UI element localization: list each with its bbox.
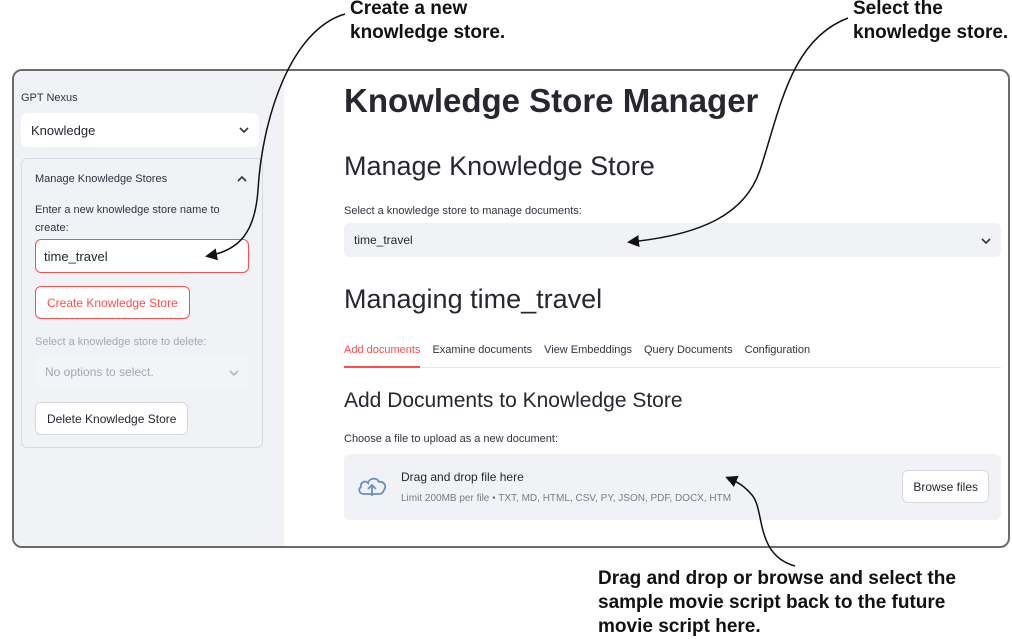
expander-header[interactable]: Manage Knowledge Stores xyxy=(35,173,247,185)
page-select-value: Knowledge xyxy=(31,122,96,138)
cloud-upload-icon xyxy=(356,472,388,500)
create-store-button[interactable]: Create Knowledge Store xyxy=(35,286,190,319)
store-name-input[interactable] xyxy=(35,239,249,273)
file-dropzone[interactable]: Drag and drop file here Limit 200MB per … xyxy=(344,454,1001,520)
delete-store-placeholder: No options to select. xyxy=(45,364,154,379)
chevron-down-icon xyxy=(239,125,249,136)
add-documents-heading: Add Documents to Knowledge Store xyxy=(344,389,683,412)
browse-files-button[interactable]: Browse files xyxy=(902,470,989,503)
annotation-drag-drop: Drag and drop or browse and select the s… xyxy=(598,568,956,637)
expander-title: Manage Knowledge Stores xyxy=(35,173,168,185)
store-select-value: time_travel xyxy=(354,233,413,247)
upload-label: Choose a file to upload as a new documen… xyxy=(344,433,559,445)
manage-stores-expander: Manage Knowledge Stores Enter a new know… xyxy=(21,158,263,448)
tab-add-documents[interactable]: Add documents xyxy=(344,342,421,368)
app-label: GPT Nexus xyxy=(21,92,78,104)
annotation-select-store: Select the knowledge store. xyxy=(853,0,1009,43)
main-content: Knowledge Store Manager Manage Knowledge… xyxy=(284,71,1008,546)
chevron-up-icon xyxy=(237,173,247,185)
delete-store-button[interactable]: Delete Knowledge Store xyxy=(35,402,189,435)
store-select[interactable]: time_travel xyxy=(344,223,1001,257)
managing-heading: Managing time_travel xyxy=(344,284,603,314)
sidebar: GPT Nexus Knowledge Manage Knowledge Sto… xyxy=(14,71,284,546)
dropzone-title: Drag and drop file here xyxy=(401,470,524,484)
tab-bar: Add documents Examine documents View Emb… xyxy=(344,342,1001,368)
dropzone-limits: Limit 200MB per file • TXT, MD, HTML, CS… xyxy=(401,493,732,504)
page-title: Knowledge Store Manager xyxy=(344,82,759,119)
create-store-label: Enter a new knowledge store name to crea… xyxy=(35,204,220,234)
tab-configuration[interactable]: Configuration xyxy=(745,342,810,368)
store-select-label: Select a knowledge store to manage docum… xyxy=(344,205,582,217)
app-window: GPT Nexus Knowledge Manage Knowledge Sto… xyxy=(12,69,1010,548)
delete-store-label: Select a knowledge store to delete: xyxy=(35,336,207,348)
tab-query-documents[interactable]: Query Documents xyxy=(644,342,733,368)
tab-view-embeddings[interactable]: View Embeddings xyxy=(544,342,632,368)
manage-heading: Manage Knowledge Store xyxy=(344,151,655,181)
page-select[interactable]: Knowledge xyxy=(21,113,259,147)
chevron-down-icon xyxy=(229,365,239,379)
delete-store-select[interactable]: No options to select. xyxy=(35,355,249,388)
chevron-down-icon xyxy=(981,233,991,247)
annotation-create-store: Create a new knowledge store. xyxy=(350,0,506,43)
tab-examine-documents[interactable]: Examine documents xyxy=(432,342,532,368)
